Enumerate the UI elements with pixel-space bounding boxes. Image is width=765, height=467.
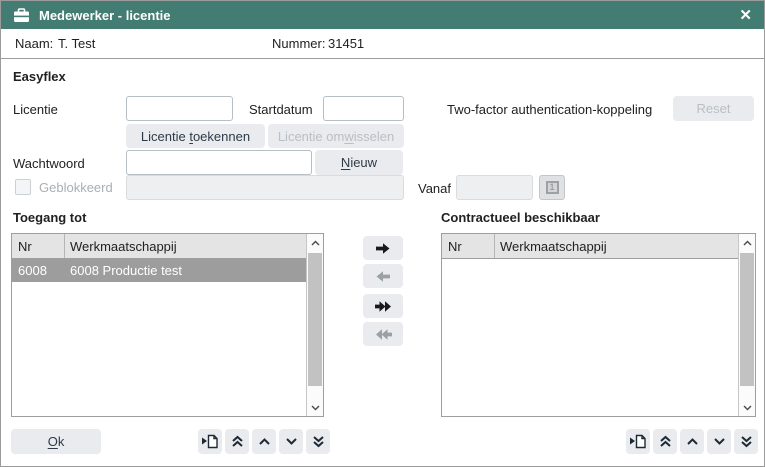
- goto-page-icon: [202, 434, 218, 449]
- move-up-button[interactable]: [252, 429, 276, 454]
- table-row[interactable]: 6008 6008 Productie test: [12, 259, 306, 282]
- goto-record-button[interactable]: [626, 429, 650, 454]
- cell-nr: 6008: [18, 263, 47, 278]
- close-icon[interactable]: ✕: [739, 8, 752, 23]
- startdatum-label: Startdatum: [249, 102, 313, 117]
- calendar-picker-button[interactable]: 1: [539, 175, 565, 200]
- move-bottom-button[interactable]: [306, 429, 330, 454]
- arrow-right-icon: [376, 242, 390, 255]
- window-title: Medewerker - licentie: [39, 8, 171, 23]
- goto-record-button[interactable]: [198, 429, 222, 454]
- toegang-tot-listbox: Nr Werkmaatschappij 6008 6008 Productie …: [11, 233, 324, 417]
- vanaf-input[interactable]: [456, 175, 533, 200]
- button-text: isselen: [354, 129, 394, 144]
- column-header-werkmaatschappij: Werkmaatschappij: [70, 239, 177, 254]
- move-top-button[interactable]: [653, 429, 677, 454]
- move-bottom-button[interactable]: [734, 429, 758, 454]
- title-bar: Medewerker - licentie ✕: [1, 1, 764, 29]
- scrollbar[interactable]: [738, 234, 755, 416]
- twofactor-label: Two-factor authentication-koppeling: [447, 102, 652, 117]
- move-up-button[interactable]: [680, 429, 704, 454]
- licentie-toekennen-button[interactable]: Licentie toekennen: [126, 124, 265, 148]
- move-left-button[interactable]: [363, 264, 403, 288]
- column-divider: [64, 234, 65, 258]
- employee-info-bar: Naam: T. Test Nummer: 31451: [1, 29, 764, 59]
- goto-page-icon: [630, 434, 646, 449]
- licentie-input[interactable]: [126, 96, 233, 121]
- scroll-up-icon[interactable]: [307, 234, 323, 251]
- move-all-left-button[interactable]: [363, 322, 403, 346]
- scrollbar-thumb[interactable]: [740, 253, 754, 386]
- button-text: oekennen: [193, 129, 250, 144]
- move-down-button[interactable]: [279, 429, 303, 454]
- chevron-down-icon: [713, 437, 726, 446]
- ok-button[interactable]: Ok: [11, 429, 101, 454]
- right-table-nav-group: [626, 429, 758, 454]
- startdatum-input[interactable]: [323, 96, 404, 121]
- move-right-button[interactable]: [363, 236, 403, 260]
- geblokkeerd-input[interactable]: [126, 175, 404, 200]
- briefcase-icon: [13, 8, 30, 23]
- left-table-nav-group: [198, 429, 330, 454]
- naam-value: T. Test: [58, 36, 95, 51]
- double-arrow-left-icon: [375, 328, 392, 341]
- column-divider: [494, 234, 495, 258]
- move-down-button[interactable]: [707, 429, 731, 454]
- column-header-nr: Nr: [448, 239, 462, 254]
- double-arrow-right-icon: [375, 300, 392, 313]
- naam-label: Naam:: [15, 36, 53, 51]
- nieuw-button[interactable]: Nieuw: [315, 150, 403, 175]
- double-chevron-down-icon: [740, 435, 753, 448]
- button-text: Licentie: [141, 129, 189, 144]
- scrollbar-thumb[interactable]: [308, 253, 322, 386]
- nummer-value: 31451: [328, 36, 364, 51]
- column-header-werkmaatschappij: Werkmaatschappij: [500, 239, 607, 254]
- scroll-up-icon[interactable]: [739, 234, 755, 251]
- geblokkeerd-label: Geblokkeerd: [39, 180, 113, 195]
- wachtwoord-input[interactable]: [126, 150, 312, 175]
- double-chevron-up-icon: [659, 435, 672, 448]
- scrollbar[interactable]: [306, 234, 323, 416]
- button-accesskey: N: [341, 155, 350, 170]
- double-chevron-up-icon: [231, 435, 244, 448]
- licentie-omwisselen-button[interactable]: Licentie omwisselen: [268, 124, 404, 148]
- button-text: k: [58, 434, 65, 449]
- move-top-button[interactable]: [225, 429, 249, 454]
- arrow-left-icon: [376, 270, 390, 283]
- table-header: Nr Werkmaatschappij: [442, 234, 738, 259]
- button-accesskey: O: [48, 434, 58, 449]
- double-chevron-down-icon: [312, 435, 325, 448]
- move-all-right-button[interactable]: [363, 294, 403, 318]
- geblokkeerd-checkbox[interactable]: [15, 179, 31, 195]
- column-header-nr: Nr: [18, 239, 32, 254]
- wachtwoord-label: Wachtwoord: [13, 156, 85, 171]
- table-header: Nr Werkmaatschappij: [12, 234, 306, 259]
- chevron-up-icon: [258, 437, 271, 446]
- scroll-down-icon[interactable]: [739, 399, 755, 416]
- chevron-up-icon: [686, 437, 699, 446]
- vanaf-label: Vanaf: [418, 181, 451, 196]
- easyflex-heading: Easyflex: [13, 69, 66, 84]
- contractueel-beschikbaar-heading: Contractueel beschikbaar: [441, 210, 600, 225]
- cell-werkmaatschappij: 6008 Productie test: [70, 263, 182, 278]
- licentie-label: Licentie: [13, 102, 58, 117]
- nummer-label: Nummer:: [272, 36, 325, 51]
- button-text: ieuw: [350, 155, 377, 170]
- button-accesskey: w: [344, 129, 353, 144]
- dialog-medewerker-licentie: Medewerker - licentie ✕ Naam: T. Test Nu…: [0, 0, 765, 467]
- toegang-tot-heading: Toegang tot: [13, 210, 86, 225]
- button-text: Licentie om: [278, 129, 344, 144]
- contractueel-beschikbaar-listbox: Nr Werkmaatschappij: [441, 233, 756, 417]
- chevron-down-icon: [285, 437, 298, 446]
- reset-button[interactable]: Reset: [673, 96, 754, 121]
- calendar-icon: 1: [546, 181, 559, 194]
- scroll-down-icon[interactable]: [307, 399, 323, 416]
